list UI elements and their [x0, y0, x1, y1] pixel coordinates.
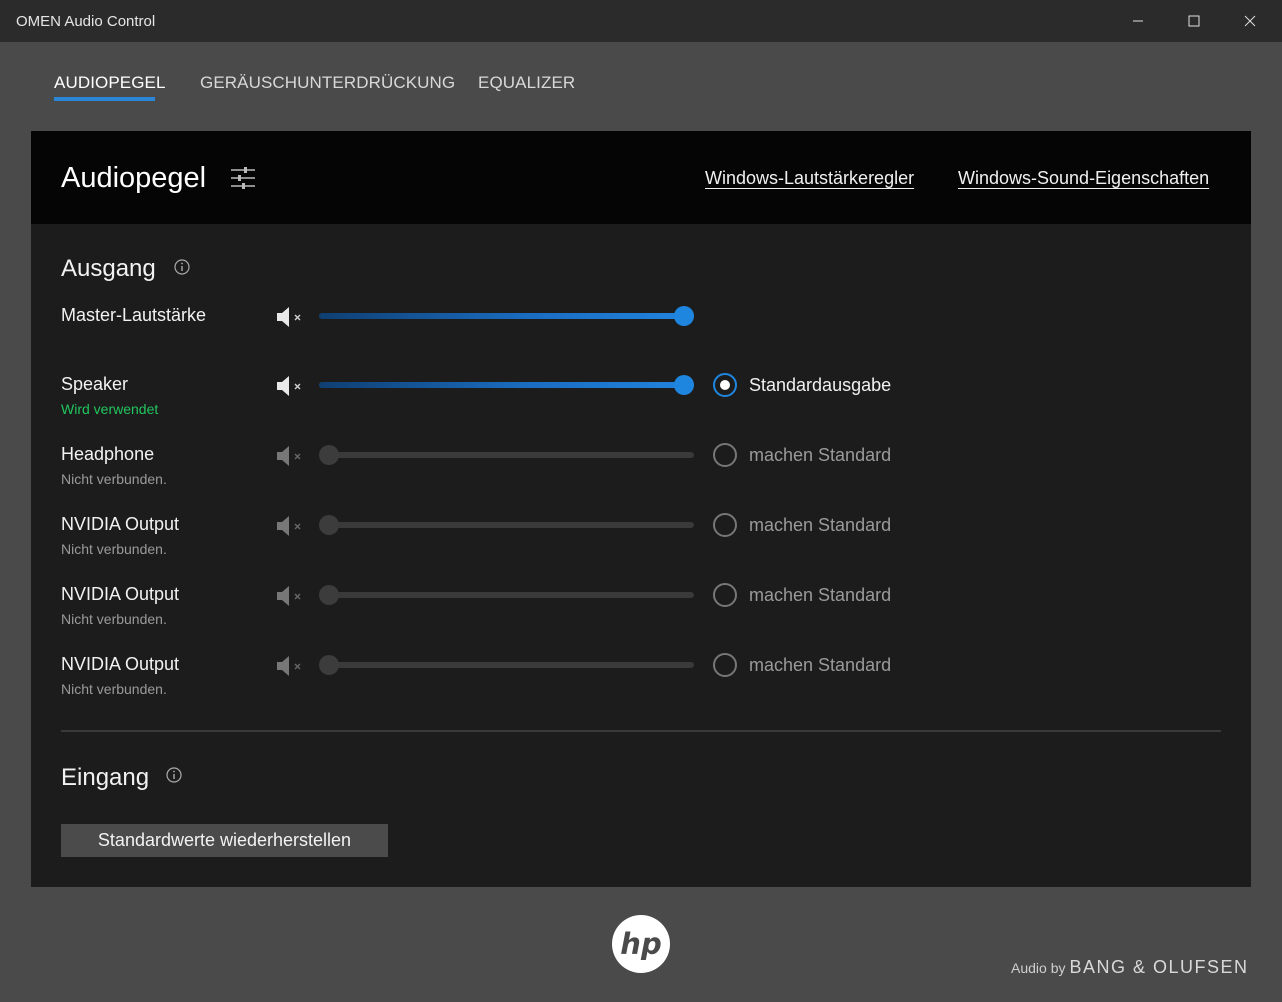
- slider-thumb[interactable]: [319, 585, 339, 605]
- device-volume-slider[interactable]: [319, 444, 695, 468]
- section-divider: [61, 730, 1221, 732]
- panel-header: Audiopegel Windows-Lautstärkeregler Wind…: [31, 131, 1251, 224]
- slider-track: [319, 522, 694, 528]
- tab-audiopegel[interactable]: AUDIOPEGEL: [54, 73, 166, 93]
- tab-geraeuschunterdrueckung[interactable]: GERÄUSCHUNTERDRÜCKUNG: [200, 73, 455, 93]
- default-device-label[interactable]: Standardausgabe: [749, 375, 891, 396]
- device-row: Speaker Wird verwendet Standardausgabe: [31, 373, 1251, 434]
- window-title: OMEN Audio Control: [16, 13, 156, 30]
- output-section-title: Ausgang: [61, 255, 156, 282]
- slider-track: [319, 592, 694, 598]
- default-device-label[interactable]: machen Standard: [749, 445, 891, 466]
- slider-thumb[interactable]: [319, 445, 339, 465]
- title-bar: OMEN Audio Control: [0, 0, 1282, 42]
- radio-dot: [720, 380, 730, 390]
- page-title: Audiopegel: [61, 162, 207, 194]
- default-device-radio[interactable]: [713, 583, 737, 607]
- master-volume-row: Master-Lautstärke: [31, 305, 1251, 365]
- slider-track: [319, 662, 694, 668]
- default-device-radio[interactable]: [713, 443, 737, 467]
- device-status: Nicht verbunden.: [61, 681, 167, 697]
- close-button[interactable]: [1222, 0, 1278, 42]
- sliders-settings-icon[interactable]: [230, 165, 256, 191]
- default-device-radio[interactable]: [713, 373, 737, 397]
- device-row: NVIDIA Output Nicht verbunden. machen St…: [31, 513, 1251, 574]
- info-icon[interactable]: [166, 767, 182, 783]
- bang-olufsen-branding: Audio by BANG & OLUFSEN: [1011, 957, 1249, 978]
- windows-volume-mixer-link[interactable]: Windows-Lautstärkeregler: [705, 168, 914, 189]
- default-device-label[interactable]: machen Standard: [749, 585, 891, 606]
- device-name: Speaker: [61, 374, 129, 394]
- minimize-button[interactable]: [1110, 0, 1166, 42]
- device-name: NVIDIA Output: [61, 514, 180, 534]
- slider-thumb[interactable]: [319, 655, 339, 675]
- maximize-button[interactable]: [1166, 0, 1222, 42]
- tab-equalizer[interactable]: EQUALIZER: [478, 73, 575, 93]
- master-volume-label: Master-Lautstärke: [61, 305, 207, 325]
- slider-thumb[interactable]: [674, 306, 694, 326]
- panel-body: Ausgang Master-Lautstärke Speaker Wird v…: [31, 224, 1251, 887]
- device-row: NVIDIA Output Nicht verbunden. machen St…: [31, 583, 1251, 644]
- device-status: Nicht verbunden.: [61, 541, 167, 557]
- device-status: Nicht verbunden.: [61, 611, 167, 627]
- slider-thumb[interactable]: [674, 375, 694, 395]
- device-status: Nicht verbunden.: [61, 471, 167, 487]
- speaker-muted-icon[interactable]: [275, 374, 309, 398]
- input-section-title: Eingang: [61, 764, 150, 791]
- device-name: NVIDIA Output: [61, 584, 180, 604]
- slider-thumb[interactable]: [319, 515, 339, 535]
- device-status: Wird verwendet: [61, 401, 159, 417]
- tab-bar: AUDIOPEGEL GERÄUSCHUNTERDRÜCKUNG EQUALIZ…: [0, 42, 1282, 122]
- slider-fill: [319, 382, 694, 388]
- device-name: Headphone: [61, 444, 155, 464]
- svg-text:hp: hp: [620, 927, 661, 961]
- default-device-label[interactable]: machen Standard: [749, 655, 891, 676]
- hp-logo: hp: [612, 915, 670, 973]
- device-name: NVIDIA Output: [61, 654, 180, 674]
- brand-name: BANG & OLUFSEN: [1069, 957, 1249, 977]
- slider-fill: [319, 313, 694, 319]
- device-row: NVIDIA Output Nicht verbunden. machen St…: [31, 653, 1251, 714]
- master-volume-slider[interactable]: [319, 305, 695, 329]
- default-device-label[interactable]: machen Standard: [749, 515, 891, 536]
- windows-sound-properties-link[interactable]: Windows-Sound-Eigenschaften: [958, 168, 1209, 189]
- device-volume-slider[interactable]: [319, 584, 695, 608]
- minimize-icon: [1133, 20, 1143, 22]
- speaker-muted-icon[interactable]: [275, 584, 309, 608]
- speaker-muted-icon[interactable]: [275, 654, 309, 678]
- default-device-radio[interactable]: [713, 513, 737, 537]
- maximize-icon: [1188, 15, 1200, 27]
- restore-defaults-button[interactable]: Standardwerte wiederherstellen: [61, 824, 388, 857]
- device-volume-slider[interactable]: [319, 654, 695, 678]
- audio-by-label: Audio by: [1011, 960, 1066, 976]
- active-tab-indicator: [54, 97, 155, 101]
- close-icon: [1244, 15, 1256, 27]
- speaker-muted-icon[interactable]: [275, 305, 309, 329]
- speaker-muted-icon[interactable]: [275, 514, 309, 538]
- device-volume-slider[interactable]: [319, 374, 695, 398]
- device-volume-slider[interactable]: [319, 514, 695, 538]
- speaker-muted-icon[interactable]: [275, 444, 309, 468]
- device-row: Headphone Nicht verbunden. machen Standa…: [31, 443, 1251, 504]
- info-icon[interactable]: [174, 259, 190, 275]
- default-device-radio[interactable]: [713, 653, 737, 677]
- slider-track: [319, 452, 694, 458]
